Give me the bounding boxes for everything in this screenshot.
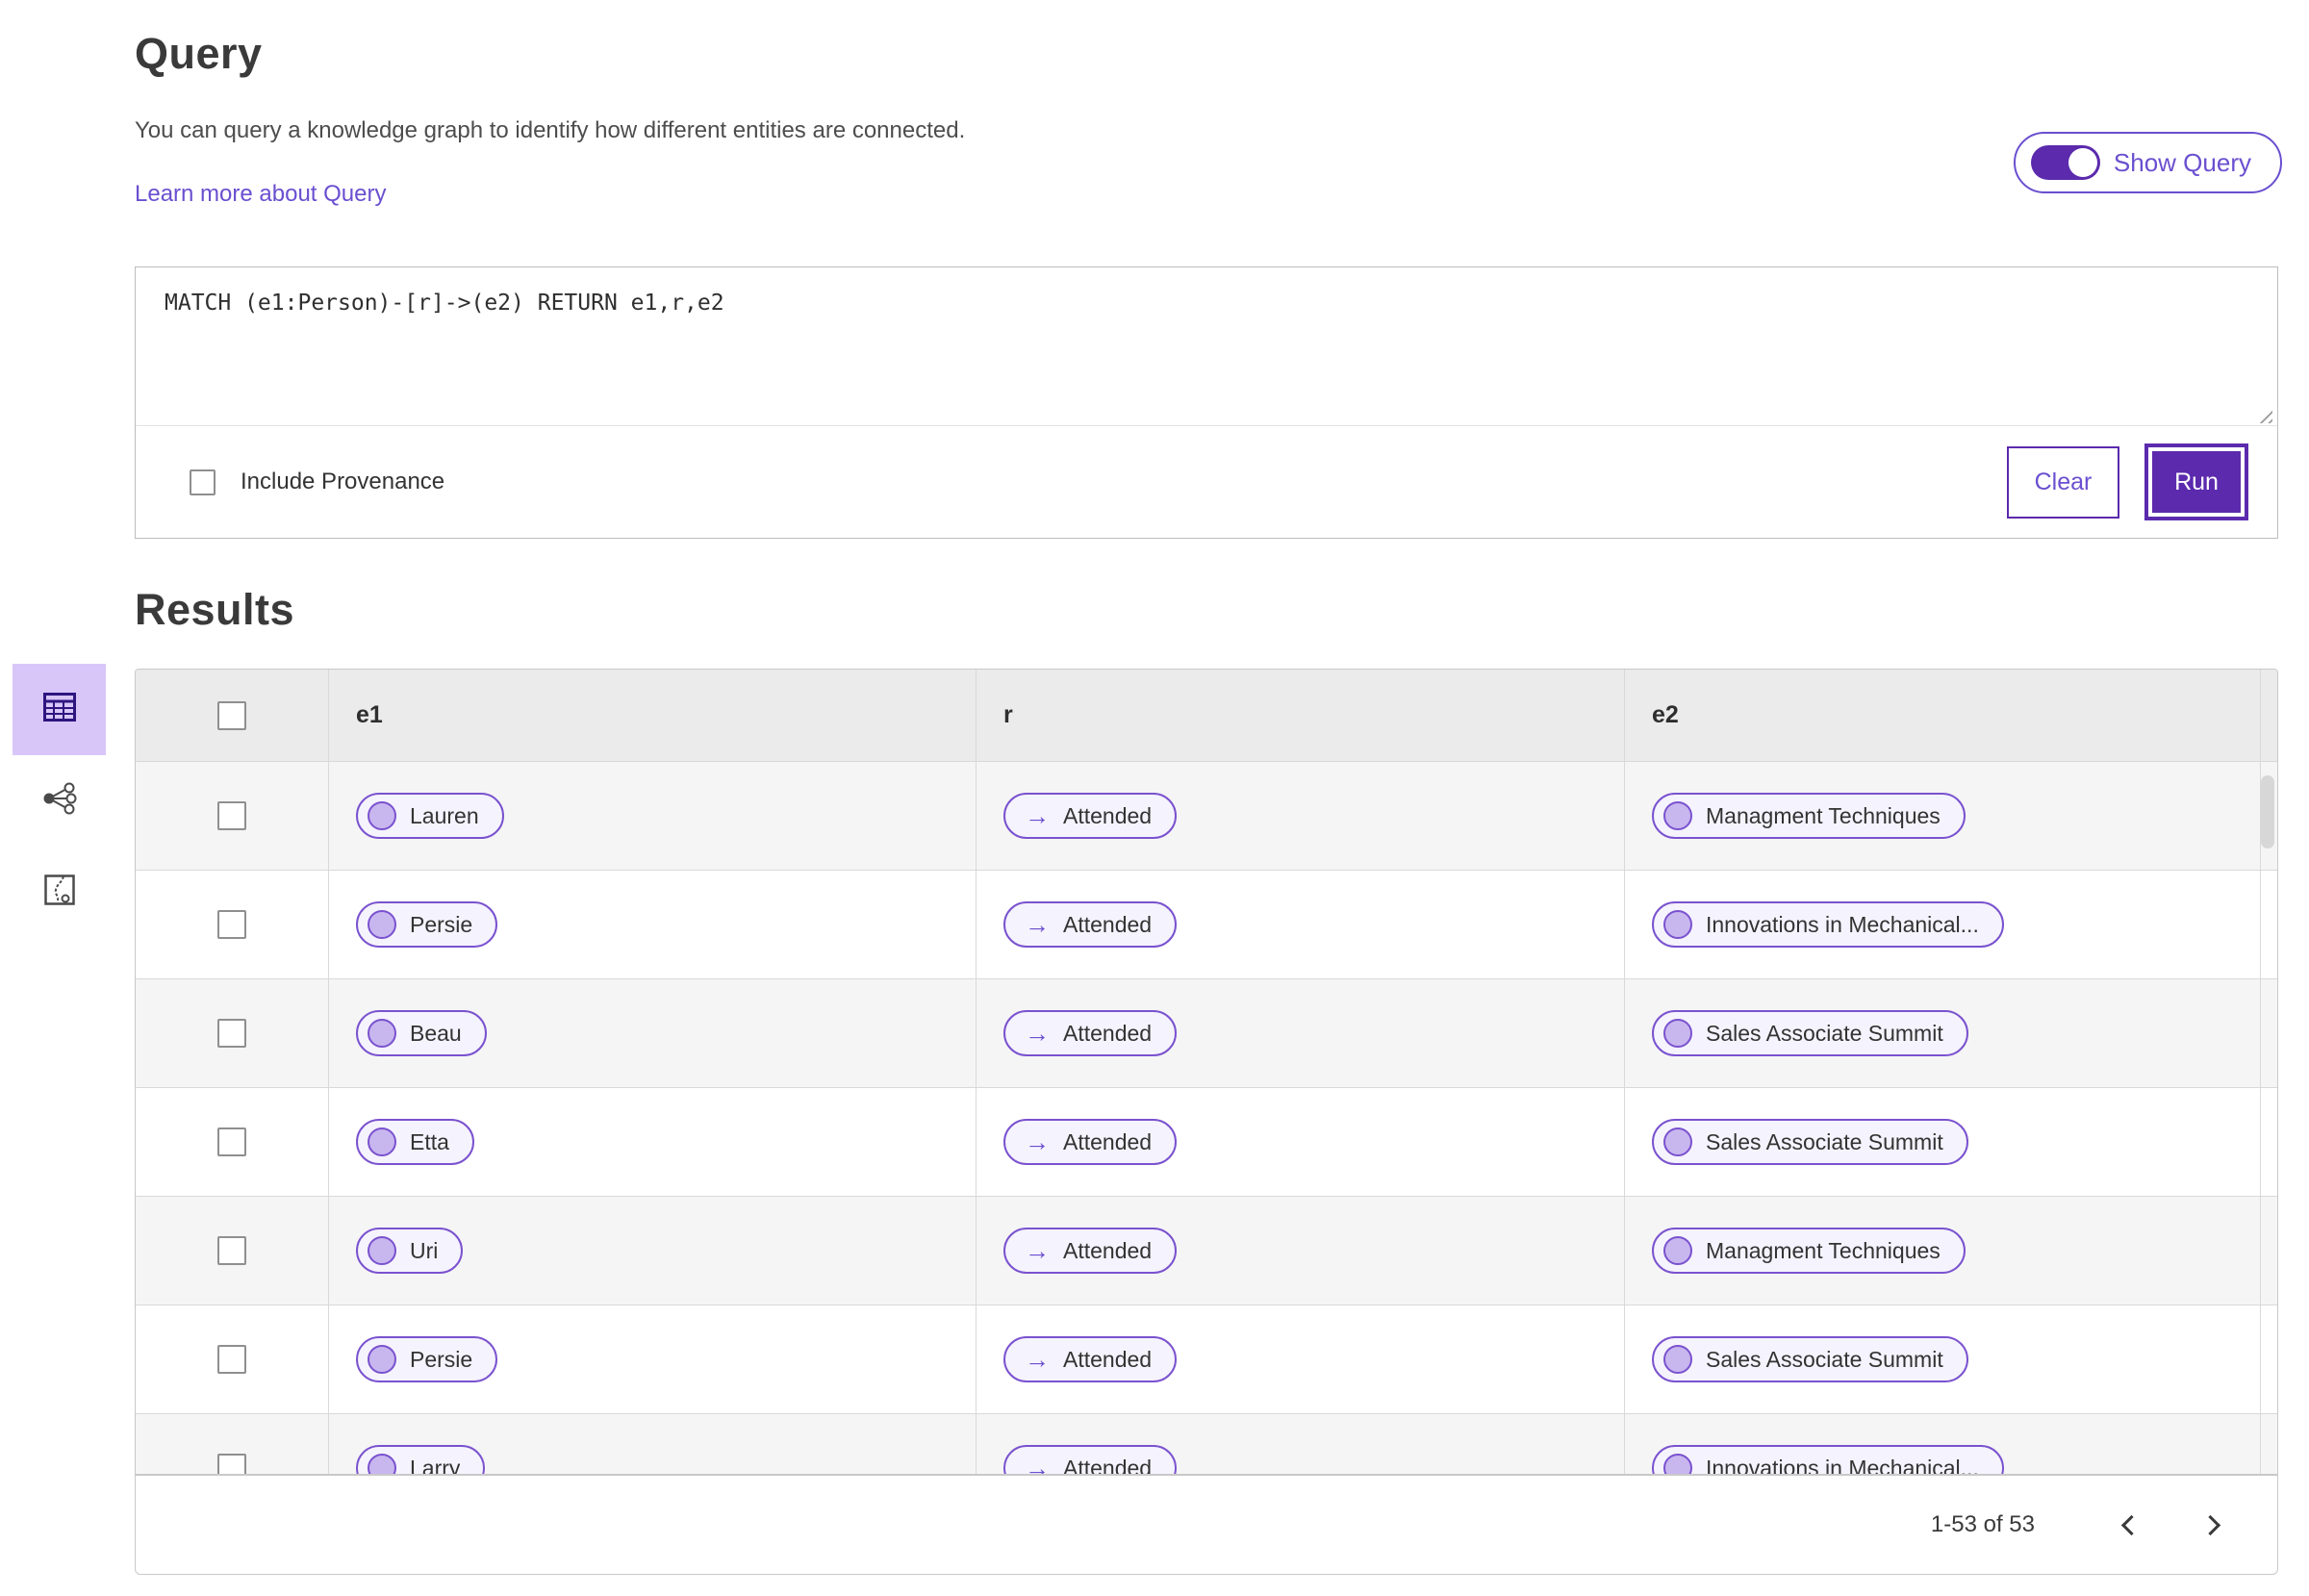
entity-circle-icon bbox=[368, 1127, 396, 1156]
entity-circle-icon bbox=[368, 1454, 396, 1474]
row-checkbox[interactable] bbox=[217, 1345, 246, 1374]
entity-pill-e2[interactable]: Innovations in Mechanical... bbox=[1652, 1445, 2004, 1474]
relation-pill[interactable]: → Attended bbox=[1003, 901, 1178, 948]
table-row: Persie → Attended Sales Associate Summit bbox=[136, 1305, 2277, 1413]
row-checkbox[interactable] bbox=[217, 1019, 246, 1048]
chevron-right-icon bbox=[2199, 1514, 2220, 1535]
results-section-title: Results bbox=[135, 585, 295, 634]
row-checkbox[interactable] bbox=[217, 1127, 246, 1156]
query-footer: Include Provenance Clear Run bbox=[136, 426, 2277, 538]
results-table: e1 r e2 Lauren → Attended Managment Tech… bbox=[135, 669, 2278, 1475]
table-icon bbox=[42, 693, 76, 726]
table-row: Etta → Attended Sales Associate Summit bbox=[136, 1087, 2277, 1196]
entity-circle-icon bbox=[1663, 1345, 1692, 1374]
query-editor-panel: MATCH (e1:Person)-[r]->(e2) RETURN e1,r,… bbox=[135, 266, 2278, 539]
network-graph-icon bbox=[41, 782, 78, 820]
header-cell-e2: e2 bbox=[1624, 670, 2260, 761]
entity-circle-icon bbox=[368, 910, 396, 939]
query-section-title: Query bbox=[135, 29, 263, 78]
relation-pill[interactable]: → Attended bbox=[1003, 1445, 1178, 1475]
entity-pill-e1[interactable]: Uri bbox=[356, 1228, 464, 1274]
table-body: Lauren → Attended Managment Techniques P… bbox=[136, 761, 2277, 1475]
include-provenance-checkbox[interactable] bbox=[190, 469, 216, 495]
table-header-row: e1 r e2 bbox=[136, 670, 2277, 761]
show-query-toggle[interactable]: Show Query bbox=[2013, 132, 2282, 193]
graph-view-button[interactable] bbox=[13, 755, 106, 847]
header-gutter-cell bbox=[2260, 670, 2277, 761]
relation-arrow-icon: → bbox=[1025, 910, 1050, 939]
entity-pill-e2[interactable]: Sales Associate Summit bbox=[1652, 1119, 1968, 1165]
table-view-button[interactable] bbox=[13, 664, 106, 755]
chevron-left-icon bbox=[2120, 1514, 2142, 1535]
table-row: Larry → Attended Innovations in Mechanic… bbox=[136, 1413, 2277, 1475]
pagination-range-label: 1-53 of 53 bbox=[1930, 1511, 2035, 1537]
query-description: You can query a knowledge graph to ident… bbox=[135, 117, 966, 143]
table-scrollbar-thumb[interactable] bbox=[2261, 775, 2274, 849]
entity-pill-e1[interactable]: Beau bbox=[356, 1010, 487, 1056]
previous-page-button[interactable] bbox=[2102, 1496, 2160, 1554]
column-label-r: r bbox=[1003, 701, 1013, 728]
entity-pill-e1[interactable]: Persie bbox=[356, 901, 498, 948]
row-checkbox[interactable] bbox=[217, 910, 246, 939]
table-row: Beau → Attended Sales Associate Summit bbox=[136, 978, 2277, 1087]
row-checkbox[interactable] bbox=[217, 801, 246, 830]
table-row: Persie → Attended Innovations in Mechani… bbox=[136, 870, 2277, 978]
view-switcher-rail bbox=[0, 664, 125, 938]
column-label-e2: e2 bbox=[1652, 701, 1679, 728]
relation-arrow-icon: → bbox=[1025, 1019, 1050, 1048]
row-checkbox[interactable] bbox=[217, 1236, 246, 1265]
relation-arrow-icon: → bbox=[1025, 1454, 1050, 1475]
relation-arrow-icon: → bbox=[1025, 1345, 1050, 1374]
entity-pill-e1[interactable]: Persie bbox=[356, 1336, 498, 1382]
relation-pill[interactable]: → Attended bbox=[1003, 1010, 1178, 1056]
include-provenance-label: Include Provenance bbox=[241, 469, 445, 494]
relation-pill[interactable]: → Attended bbox=[1003, 1119, 1178, 1165]
entity-pill-e2[interactable]: Sales Associate Summit bbox=[1652, 1010, 1968, 1056]
row-checkbox[interactable] bbox=[217, 1454, 246, 1474]
query-textarea[interactable]: MATCH (e1:Person)-[r]->(e2) RETURN e1,r,… bbox=[136, 267, 2277, 426]
relation-pill[interactable]: → Attended bbox=[1003, 1336, 1178, 1382]
next-page-button[interactable] bbox=[2181, 1496, 2239, 1554]
header-cell-e1: e1 bbox=[328, 670, 976, 761]
toggle-switch-on-icon bbox=[2030, 145, 2100, 180]
column-label-e1: e1 bbox=[356, 701, 383, 728]
entity-pill-e1[interactable]: Lauren bbox=[356, 793, 504, 839]
route-map-icon bbox=[43, 874, 75, 910]
entity-pill-e2[interactable]: Sales Associate Summit bbox=[1652, 1336, 1968, 1382]
entity-pill-e2[interactable]: Innovations in Mechanical... bbox=[1652, 901, 2004, 948]
entity-pill-e2[interactable]: Managment Techniques bbox=[1652, 1228, 1966, 1274]
select-all-checkbox[interactable] bbox=[217, 700, 246, 730]
table-row: Uri → Attended Managment Techniques bbox=[136, 1196, 2277, 1305]
entity-circle-icon bbox=[368, 1236, 396, 1265]
entity-circle-icon bbox=[368, 801, 396, 830]
pagination-bar: 1-53 of 53 bbox=[135, 1475, 2278, 1575]
table-row: Lauren → Attended Managment Techniques bbox=[136, 761, 2277, 870]
relation-pill[interactable]: → Attended bbox=[1003, 793, 1178, 839]
entity-pill-e1[interactable]: Larry bbox=[356, 1445, 486, 1474]
relation-arrow-icon: → bbox=[1025, 801, 1050, 830]
entity-pill-e2[interactable]: Managment Techniques bbox=[1652, 793, 1966, 839]
entity-circle-icon bbox=[1663, 1236, 1692, 1265]
header-cell-r: r bbox=[976, 670, 1624, 761]
entity-circle-icon bbox=[368, 1019, 396, 1048]
learn-more-link[interactable]: Learn more about Query bbox=[135, 181, 386, 208]
run-button[interactable]: Run bbox=[2148, 447, 2245, 517]
entity-circle-icon bbox=[1663, 910, 1692, 939]
entity-circle-icon bbox=[1663, 1454, 1692, 1474]
relation-arrow-icon: → bbox=[1025, 1236, 1050, 1265]
profile-view-button[interactable] bbox=[13, 847, 106, 938]
relation-pill[interactable]: → Attended bbox=[1003, 1228, 1178, 1274]
entity-circle-icon bbox=[1663, 1019, 1692, 1048]
entity-circle-icon bbox=[368, 1345, 396, 1374]
entity-pill-e1[interactable]: Etta bbox=[356, 1119, 474, 1165]
entity-circle-icon bbox=[1663, 801, 1692, 830]
show-query-label: Show Query bbox=[2113, 147, 2251, 177]
relation-arrow-icon: → bbox=[1025, 1127, 1050, 1156]
header-checkbox-cell bbox=[136, 670, 328, 761]
page: Query You can query a knowledge graph to… bbox=[0, 0, 2309, 1596]
entity-circle-icon bbox=[1663, 1127, 1692, 1156]
clear-button[interactable]: Clear bbox=[2007, 445, 2119, 519]
